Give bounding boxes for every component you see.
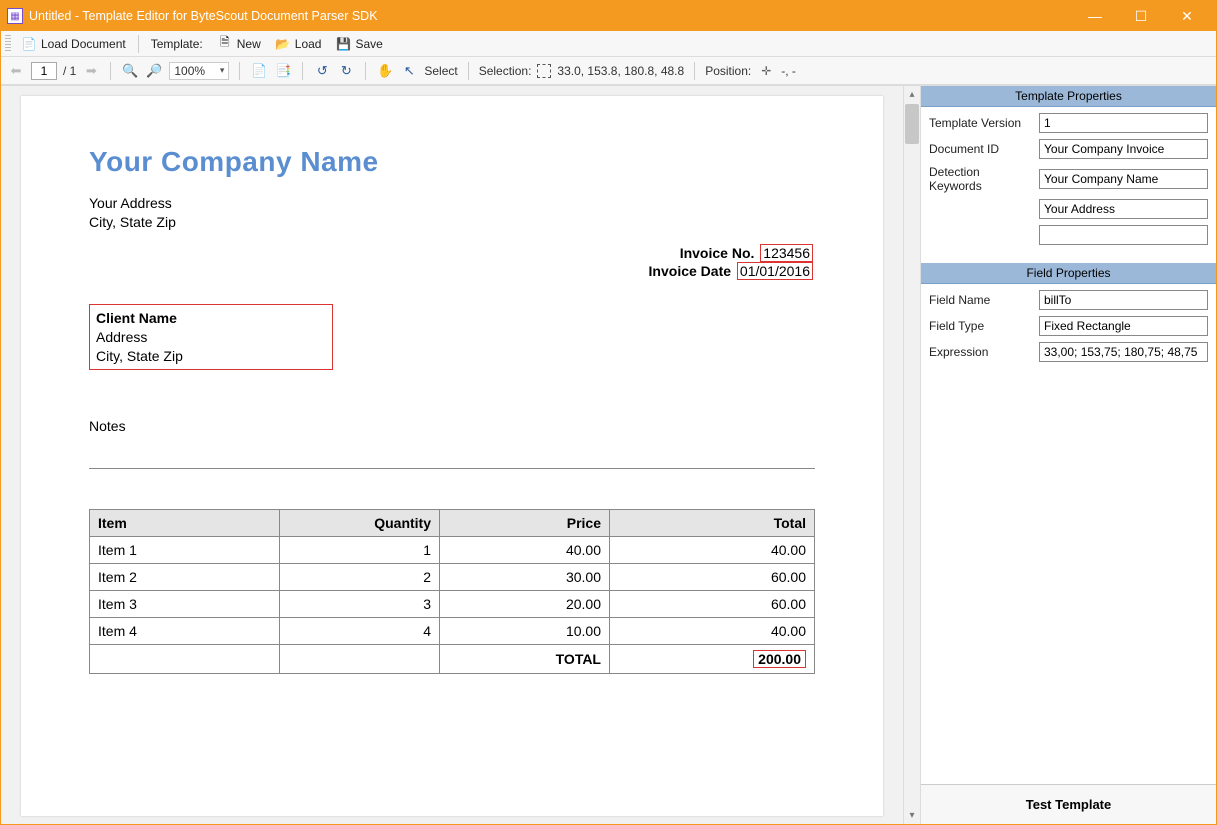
single-page-icon[interactable]: 📄 — [250, 62, 268, 80]
separator — [138, 35, 139, 53]
position-value: -, - — [781, 64, 796, 78]
keyword-input-1[interactable] — [1039, 199, 1208, 219]
table-row: Item 1140.0040.00 — [90, 537, 815, 564]
keyword-input-0[interactable] — [1039, 169, 1208, 189]
field-invoice-date[interactable]: 01/01/2016 — [737, 262, 813, 280]
continuous-page-icon[interactable]: 📑 — [274, 62, 292, 80]
template-version-input[interactable] — [1039, 113, 1208, 133]
field-properties-header: Field Properties — [921, 263, 1216, 284]
template-load-button[interactable]: 📂 Load — [269, 34, 328, 54]
divider — [89, 468, 815, 469]
rotate-left-icon[interactable]: ↺ — [313, 62, 331, 80]
keywords-label: Detection Keywords — [929, 165, 1033, 193]
nav-next-icon[interactable]: ➡ — [82, 62, 100, 80]
table-header: Quantity — [280, 510, 440, 537]
table-header: Item — [90, 510, 280, 537]
table-row: Item 4410.0040.00 — [90, 618, 815, 645]
field-billto[interactable]: Client Name Address City, State Zip — [89, 304, 333, 371]
items-table: Item Quantity Price Total Item 1140.0040… — [89, 509, 815, 674]
test-template-button[interactable]: Test Template — [921, 784, 1216, 824]
new-icon: 🗎 — [217, 36, 233, 52]
selection-box-icon — [537, 64, 551, 78]
rotate-right-icon[interactable]: ↻ — [337, 62, 355, 80]
selection-value: 33.0, 153.8, 180.8, 48.8 — [557, 64, 684, 78]
notes-label: Notes — [89, 418, 815, 434]
viewer-toolbar: ⬅ / 1 ➡ 🔍 🔎 100%▾ 📄 📑 ↺ ↻ ✋ ↖ Select Sel… — [1, 57, 1216, 85]
field-type-input[interactable] — [1039, 316, 1208, 336]
scroll-thumb[interactable] — [905, 104, 919, 144]
table-row: Item 2230.0060.00 — [90, 564, 815, 591]
expression-label: Expression — [929, 345, 1033, 359]
template-version-label: Template Version — [929, 116, 1033, 130]
chevron-down-icon: ▾ — [220, 65, 225, 76]
window-title: Untitled - Template Editor for ByteScout… — [29, 9, 1072, 23]
field-type-label: Field Type — [929, 319, 1033, 333]
selection-label: Selection: — [479, 64, 532, 78]
template-label: Template: — [145, 35, 209, 53]
close-button[interactable]: ✕ — [1164, 1, 1210, 31]
vertical-scrollbar[interactable]: ▴ ▾ — [903, 86, 920, 824]
nav-prev-icon[interactable]: ⬅ — [7, 62, 25, 80]
field-name-input[interactable] — [1039, 290, 1208, 310]
hand-tool-icon[interactable]: ✋ — [376, 62, 394, 80]
document-page: Your Company Name Your Address City, Sta… — [21, 96, 883, 816]
minimize-button[interactable]: — — [1072, 1, 1118, 31]
document-id-label: Document ID — [929, 142, 1033, 156]
position-label: Position: — [705, 64, 751, 78]
document-viewer[interactable]: Your Company Name Your Address City, Sta… — [1, 86, 920, 824]
select-tool-label[interactable]: Select — [424, 64, 457, 78]
table-header: Total — [610, 510, 815, 537]
field-total[interactable]: 200.00 — [753, 650, 806, 668]
total-label: TOTAL — [440, 645, 610, 674]
table-header: Price — [440, 510, 610, 537]
sender-address: Your Address City, State Zip — [89, 194, 815, 232]
page-total-label: / 1 — [63, 64, 76, 78]
titlebar: ▦ Untitled - Template Editor for ByteSco… — [1, 1, 1216, 31]
folder-icon: 📄 — [21, 36, 37, 52]
maximize-button[interactable]: ☐ — [1118, 1, 1164, 31]
table-row: Item 3320.0060.00 — [90, 591, 815, 618]
template-properties-header: Template Properties — [921, 86, 1216, 107]
properties-panel: Template Properties Template Version Doc… — [920, 86, 1216, 824]
pointer-tool-icon[interactable]: ↖ — [400, 62, 418, 80]
template-new-button[interactable]: 🗎 New — [211, 34, 267, 54]
field-invoice-no[interactable]: 123456 — [760, 244, 813, 262]
company-name: Your Company Name — [89, 146, 815, 178]
document-id-input[interactable] — [1039, 139, 1208, 159]
template-save-button[interactable]: 💾 Save — [329, 34, 388, 54]
scroll-down-icon[interactable]: ▾ — [904, 807, 920, 824]
zoom-combo[interactable]: 100%▾ — [169, 62, 229, 80]
field-name-label: Field Name — [929, 293, 1033, 307]
save-icon: 💾 — [335, 36, 351, 52]
app-icon: ▦ — [7, 8, 23, 24]
menu-grip — [5, 35, 11, 53]
keyword-input-2[interactable] — [1039, 225, 1208, 245]
zoom-out-icon[interactable]: 🔍 — [121, 62, 139, 80]
load-document-button[interactable]: 📄 Load Document — [15, 34, 132, 54]
invoice-meta: Invoice No. 123456 Invoice Date 01/01/20… — [649, 244, 813, 280]
page-number-input[interactable] — [31, 62, 57, 80]
load-document-label: Load Document — [41, 37, 126, 51]
menubar: 📄 Load Document Template: 🗎 New 📂 Load 💾… — [1, 31, 1216, 57]
crosshair-icon: ✛ — [757, 62, 775, 80]
open-folder-icon: 📂 — [275, 36, 291, 52]
zoom-in-icon[interactable]: 🔎 — [145, 62, 163, 80]
expression-input[interactable] — [1039, 342, 1208, 362]
scroll-up-icon[interactable]: ▴ — [904, 86, 920, 103]
